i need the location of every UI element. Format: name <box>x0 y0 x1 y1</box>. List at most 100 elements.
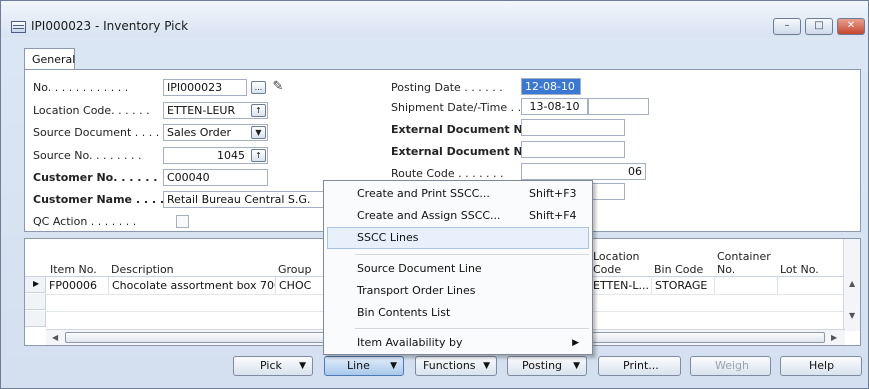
print-button-label: Print... <box>623 359 659 372</box>
source-document-label: Source Document . . . . <box>33 126 160 139</box>
column-header-lot-no[interactable]: Lot No. <box>780 263 819 276</box>
vertical-scrollbar[interactable]: ▲ ▼ <box>843 239 860 331</box>
customer-name-field[interactable]: Retail Bureau Central S.G. <box>163 191 325 208</box>
window-title: IPI000023 - Inventory Pick <box>31 19 189 33</box>
pick-button-label: Pick <box>260 359 282 372</box>
qc-action-checkbox[interactable] <box>176 215 189 228</box>
menu-item-label: Bin Contents List <box>357 306 451 319</box>
lookup-icon[interactable]: ↑ <box>251 149 266 162</box>
functions-button-label: Functions <box>423 359 476 372</box>
posting-date-field[interactable]: 12-08-10 <box>521 78 581 95</box>
chevron-down-icon: ▼ <box>299 361 306 371</box>
column-header-location-line2[interactable]: Code <box>593 263 621 276</box>
external-document-no2-label: External Document No.2. <box>391 145 521 158</box>
line-button-label: Line <box>347 359 370 372</box>
menu-item-transport-order-lines[interactable]: Transport Order Lines <box>327 280 589 302</box>
location-code-value: ETTEN-LEUR <box>167 104 236 117</box>
cell-group[interactable]: CHOC <box>276 277 324 294</box>
functions-button[interactable]: Functions ▼ <box>415 356 497 376</box>
weigh-button[interactable]: Weigh <box>690 356 771 376</box>
menu-item-label: Create and Print SSCC... <box>357 187 490 200</box>
column-header-item-no[interactable]: Item No. <box>50 263 97 276</box>
no-label: No. . . . . . . . . . . . <box>33 81 129 94</box>
inventory-pick-window: IPI000023 - Inventory Pick – □ ✕ General… <box>0 0 869 389</box>
external-document-no-label: External Document No. . <box>391 123 521 136</box>
customer-no-label: Customer No. . . . . . <box>33 171 158 184</box>
menu-item-create-print-sscc[interactable]: Create and Print SSCC... Shift+F3 <box>327 183 589 205</box>
shipment-time-field[interactable] <box>588 98 649 115</box>
submenu-arrow-icon: ▶ <box>572 338 579 348</box>
print-button[interactable]: Print... <box>598 356 681 376</box>
assist-edit-icon[interactable]: ... <box>251 81 266 94</box>
tab-general[interactable]: General <box>24 48 75 70</box>
route-code-label: Route Code . . . . . . . <box>391 167 504 180</box>
line-context-menu: Create and Print SSCC... Shift+F3 Create… <box>323 180 593 355</box>
row-selector[interactable] <box>25 311 46 327</box>
cell-description[interactable]: Chocolate assortment box 700gr <box>109 277 276 294</box>
menu-item-sscc-lines[interactable]: SSCC Lines <box>327 227 589 249</box>
no-field[interactable]: IPI000023 <box>163 79 247 96</box>
cell-bin-code[interactable]: STORAGE <box>652 277 715 294</box>
source-document-value: Sales Order <box>167 126 232 139</box>
row-selector[interactable]: ▶ <box>25 277 46 293</box>
menu-item-label: Source Document Line <box>357 262 482 275</box>
pencil-icon[interactable]: ✎ <box>270 79 286 95</box>
column-header-group[interactable]: Group <box>278 263 312 276</box>
cell-lot-no[interactable] <box>778 277 845 294</box>
lookup-icon[interactable]: ↑ <box>251 104 266 117</box>
cell-item-no[interactable]: FP00006 <box>46 277 109 294</box>
chevron-down-icon: ▼ <box>483 361 490 371</box>
dropdown-icon[interactable]: ▼ <box>251 126 266 139</box>
close-button[interactable]: ✕ <box>837 18 865 35</box>
pick-button[interactable]: Pick ▼ <box>233 356 313 376</box>
title-bar: IPI000023 - Inventory Pick – □ ✕ <box>1 1 868 37</box>
menu-separator <box>355 328 589 329</box>
line-button[interactable]: Line ▼ <box>324 356 404 376</box>
chevron-down-icon: ▼ <box>573 361 580 371</box>
source-no-label: Source No. . . . . . . . <box>33 149 142 162</box>
column-header-container-line2[interactable]: No. <box>717 263 735 276</box>
menu-item-shortcut: Shift+F3 <box>529 187 577 200</box>
cell-location-code[interactable]: ETTEN-L... <box>590 277 652 294</box>
posting-button-label: Posting <box>522 359 563 372</box>
menu-item-label: Create and Assign SSCC... <box>357 209 501 222</box>
posting-button[interactable]: Posting ▼ <box>507 356 587 376</box>
row-selector[interactable] <box>25 294 46 310</box>
customer-no-field[interactable]: C00040 <box>163 169 268 186</box>
help-button-label: Help <box>809 359 835 372</box>
menu-item-item-availability-by[interactable]: Item Availability by ▶ <box>327 332 589 354</box>
menu-item-shortcut: Shift+F4 <box>529 209 577 222</box>
customer-name-label: Customer Name . . . . . <box>33 193 163 206</box>
weigh-button-label: Weigh <box>715 359 750 372</box>
menu-item-label: Item Availability by <box>357 336 463 349</box>
menu-separator <box>355 254 589 255</box>
cell-container-no[interactable] <box>715 277 778 294</box>
menu-item-create-assign-sscc[interactable]: Create and Assign SSCC... Shift+F4 <box>327 205 589 227</box>
shipment-date-field[interactable]: 13-08-10 <box>521 98 588 115</box>
qc-action-label: QC Action . . . . . . . <box>33 215 137 228</box>
location-code-label: Location Code. . . . . . <box>33 104 150 117</box>
menu-item-source-document-line[interactable]: Source Document Line <box>327 258 589 280</box>
maximize-button[interactable]: □ <box>805 18 833 35</box>
external-document-no-field[interactable] <box>521 119 625 136</box>
column-header-container-line1[interactable]: Container <box>717 250 771 263</box>
shipment-date-time-label: Shipment Date/-Time . . <box>391 101 521 114</box>
help-button[interactable]: Help <box>780 356 862 376</box>
chevron-down-icon: ▼ <box>390 361 397 371</box>
scroll-up-icon[interactable]: ▲ <box>849 279 855 288</box>
scroll-left-icon[interactable]: ◀ <box>52 333 58 342</box>
menu-item-label: SSCC Lines <box>357 231 419 244</box>
scroll-down-icon[interactable]: ▼ <box>849 311 855 320</box>
current-row-indicator-icon: ▶ <box>33 279 40 288</box>
scroll-right-icon[interactable]: ▶ <box>831 333 837 342</box>
column-header-location-line1[interactable]: Location <box>593 250 640 263</box>
form-icon <box>11 21 26 33</box>
menu-item-label: Transport Order Lines <box>357 284 476 297</box>
posting-date-label: Posting Date . . . . . . <box>391 81 503 94</box>
column-header-description[interactable]: Description <box>111 263 174 276</box>
column-header-bin-code[interactable]: Bin Code <box>654 263 703 276</box>
minimize-button[interactable]: – <box>773 18 801 35</box>
menu-item-bin-contents-list[interactable]: Bin Contents List <box>327 302 589 324</box>
route-code-field[interactable]: 06 <box>521 163 646 180</box>
external-document-no2-field[interactable] <box>521 141 625 158</box>
